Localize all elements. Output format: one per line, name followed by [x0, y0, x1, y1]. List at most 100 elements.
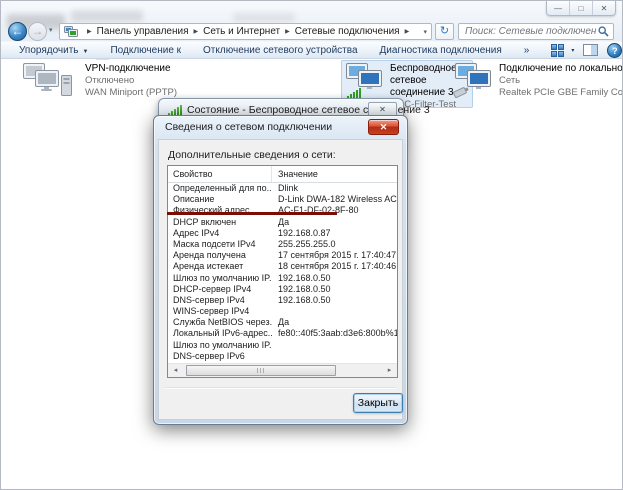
network-folder-icon — [64, 26, 78, 38]
table-row[interactable]: Определенный для по... Dlink — [168, 183, 397, 194]
table-row[interactable]: Служба NetBIOS через... Да — [168, 317, 397, 328]
organize-menu[interactable]: Упорядочить▼ — [19, 45, 88, 56]
annotation-underline — [167, 212, 337, 215]
close-dialog-button[interactable]: Закрыть — [353, 393, 403, 413]
scrollbar-thumb[interactable] — [186, 365, 336, 376]
explorer-window: — □ ✕ ← → ▾ ▶ Панель управления ▶ Сеть и… — [0, 0, 623, 490]
forward-button[interactable]: → — [28, 22, 47, 41]
value-cell: 192.168.0.50 — [272, 295, 397, 306]
vpn-connection-icon — [23, 63, 77, 99]
dialog-separator — [165, 387, 396, 388]
refresh-button[interactable]: ↻ — [435, 23, 454, 40]
connection-device: Realtek PCIe GBE Family Controller — [499, 87, 623, 99]
connection-lan[interactable]: Подключение по локальной сети Сеть Realt… — [453, 63, 623, 99]
breadcrumb-item-label: Сеть и Интернет — [203, 26, 280, 37]
close-button[interactable]: ✕ — [593, 1, 615, 15]
section-label: Дополнительные сведения о сети: — [168, 149, 336, 161]
property-cell: Шлюз по умолчанию IP... — [168, 273, 272, 284]
scroll-right-icon[interactable]: ▸ — [382, 364, 397, 377]
connection-vpn[interactable]: VPN-подключение Отключено WAN Miniport (… — [23, 63, 177, 99]
table-row[interactable]: DNS-сервер IPv6 — [168, 351, 397, 362]
wireless-connection-icon — [346, 63, 384, 99]
disable-device-button[interactable]: Отключение сетевого устройства — [203, 45, 358, 56]
property-cell: Аренда получена — [168, 250, 272, 261]
table-row[interactable]: Локальный IPv6-адрес... fe80::40f5:3aab:… — [168, 328, 397, 339]
table-row[interactable]: WINS-сервер IPv4 — [168, 306, 397, 317]
property-cell: WINS-сервер IPv4 — [168, 306, 272, 317]
property-cell: Служба NetBIOS через... — [168, 317, 272, 328]
search-input[interactable] — [463, 25, 598, 38]
table-row[interactable]: Маска подсети IPv4 255.255.255.0 — [168, 239, 397, 250]
connection-title: Подключение по локальной сети — [499, 63, 623, 75]
value-cell: 192.168.0.50 — [272, 284, 397, 295]
property-cell: Локальный IPv6-адрес... — [168, 328, 272, 339]
value-cell: fe80::40f5:3aab:d3e6:800b%16 — [272, 328, 397, 339]
property-cell: Шлюз по умолчанию IP... — [168, 340, 272, 351]
value-cell: 192.168.0.50 — [272, 273, 397, 284]
restore-button[interactable]: □ — [570, 1, 593, 15]
lan-connection-icon — [453, 63, 493, 99]
views-grid-icon — [551, 44, 564, 57]
breadcrumb-chevron-icon: ▶ — [87, 28, 92, 35]
breadcrumb[interactable]: ▶ Панель управления ▶ Сеть и Интернет ▶ … — [59, 23, 432, 40]
value-cell: Да — [272, 217, 397, 228]
property-cell: DNS-сервер IPv4 — [168, 295, 272, 306]
command-bar: Упорядочить▼ Подключение к Отключение се… — [1, 41, 623, 59]
connection-network: Сеть — [499, 75, 623, 87]
property-cell: Аренда истекает — [168, 261, 272, 272]
column-header-property[interactable]: Свойство — [168, 166, 272, 182]
preview-pane-button[interactable] — [583, 44, 598, 56]
value-cell: Да — [272, 317, 397, 328]
connection-title: VPN-подключение — [85, 63, 177, 75]
table-row[interactable]: Адрес IPv4 192.168.0.87 — [168, 228, 397, 239]
property-cell: Маска подсети IPv4 — [168, 239, 272, 250]
minimize-button[interactable]: — — [547, 1, 570, 15]
value-cell: 17 сентября 2015 г. 17:40:47 — [272, 250, 397, 261]
table-row[interactable]: DHCP-сервер IPv4 192.168.0.50 — [168, 284, 397, 295]
table-row[interactable]: Описание D-Link DWA-182 Wireless AC Dual… — [168, 194, 397, 205]
value-cell: D-Link DWA-182 Wireless AC Dual Band — [272, 194, 397, 205]
value-cell: 192.168.0.87 — [272, 228, 397, 239]
table-row[interactable]: DHCP включен Да — [168, 217, 397, 228]
wifi-signal-icon — [168, 105, 182, 116]
breadcrumb-item[interactable]: Сетевые подключения ▶ — [295, 26, 414, 37]
recent-pages-caret-icon[interactable]: ▾ — [49, 26, 53, 34]
table-row[interactable]: DNS-сервер IPv4 192.168.0.50 — [168, 295, 397, 306]
diagnose-button[interactable]: Диагностика подключения — [380, 45, 502, 56]
horizontal-scrollbar[interactable]: ◂ ▸ — [168, 363, 397, 377]
search-icon[interactable] — [598, 26, 609, 37]
scroll-left-icon[interactable]: ◂ — [168, 364, 183, 377]
breadcrumb-chevron-icon: ▶ — [285, 28, 290, 35]
property-cell: DHCP-сервер IPv4 — [168, 284, 272, 295]
column-header-value[interactable]: Значение — [272, 169, 318, 179]
table-row[interactable]: Аренда истекает 18 сентября 2015 г. 17:4… — [168, 261, 397, 272]
address-history-caret-icon[interactable]: ▾ — [423, 28, 427, 36]
property-cell: Адрес IPv4 — [168, 228, 272, 239]
value-cell: 18 сентября 2015 г. 17:40:46 — [272, 261, 397, 272]
property-cell: Описание — [168, 194, 272, 205]
network-details-table[interactable]: Свойство Значение Определенный для по...… — [167, 165, 398, 378]
breadcrumb-item[interactable]: Панель управления ▶ — [97, 26, 204, 37]
help-button[interactable]: ? — [607, 43, 622, 58]
dialog-client-area: Дополнительные сведения о сети: Свойство… — [158, 139, 403, 420]
ethernet-plug — [453, 86, 469, 98]
value-cell: 255.255.255.0 — [272, 239, 397, 250]
value-cell — [272, 340, 397, 351]
breadcrumb-item[interactable]: Сеть и Интернет ▶ — [203, 26, 295, 37]
connection-status: Отключено — [85, 75, 177, 87]
toolbar-overflow-chevron[interactable]: » — [524, 45, 530, 56]
back-button[interactable]: ← — [8, 22, 27, 41]
breadcrumb-chevron-icon: ▶ — [405, 28, 410, 35]
blurred-watermark — [71, 10, 143, 22]
property-cell: DNS-сервер IPv6 — [168, 351, 272, 362]
table-row[interactable]: Шлюз по умолчанию IP... — [168, 340, 397, 351]
table-row[interactable]: Аренда получена 17 сентября 2015 г. 17:4… — [168, 250, 397, 261]
change-view-button[interactable]: ▾ — [551, 44, 574, 57]
blurred-watermark — [233, 13, 295, 22]
details-dialog-close-button[interactable]: ✕ — [368, 119, 399, 135]
table-row[interactable]: Шлюз по умолчанию IP... 192.168.0.50 — [168, 273, 397, 284]
views-caret-icon: ▾ — [571, 47, 574, 54]
connect-to-button[interactable]: Подключение к — [110, 45, 181, 56]
value-cell — [272, 306, 397, 317]
value-cell: Dlink — [272, 183, 397, 194]
